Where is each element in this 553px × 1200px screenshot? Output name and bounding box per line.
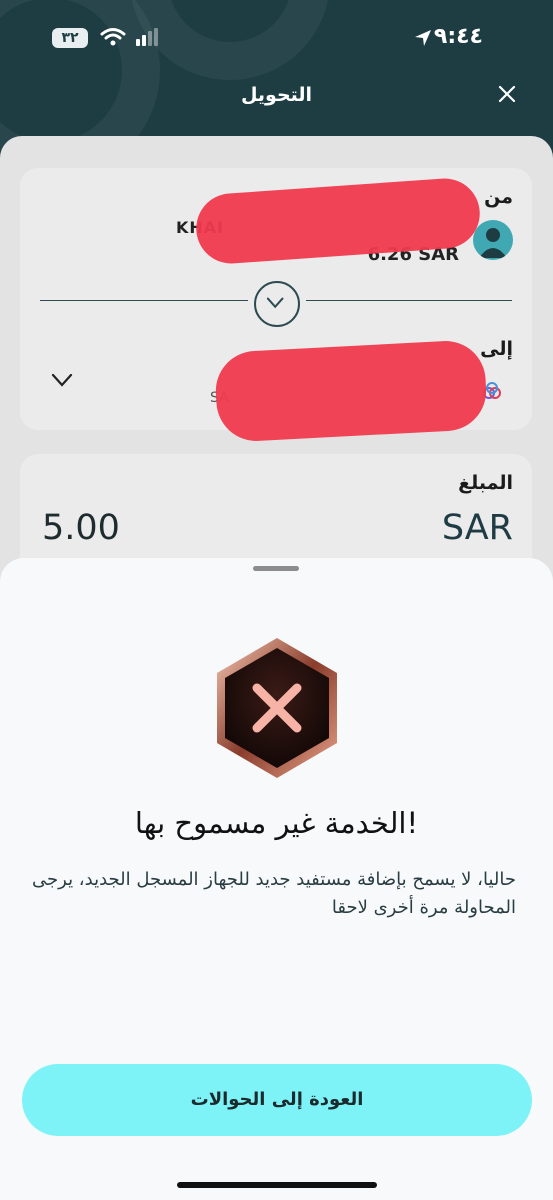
clock: ٩:٤٤ bbox=[433, 24, 483, 49]
signal-icon bbox=[136, 28, 160, 46]
avatar-icon bbox=[473, 220, 513, 260]
divider-line bbox=[40, 300, 248, 301]
redaction-mark bbox=[213, 338, 489, 444]
toggle-accounts-button[interactable] bbox=[254, 281, 300, 327]
battery-indicator: ٣٢ bbox=[52, 28, 88, 48]
page-title: التحويل bbox=[240, 84, 313, 106]
close-icon[interactable] bbox=[495, 82, 519, 106]
divider-line bbox=[306, 300, 512, 301]
modal-title: الخدمة غير مسموح بها! bbox=[134, 806, 419, 840]
amount-input[interactable]: 5.00 bbox=[42, 508, 120, 548]
to-label: إلى bbox=[480, 338, 513, 360]
back-to-transfers-button[interactable]: العودة إلى الحوالات bbox=[22, 1064, 532, 1136]
currency-label: SAR bbox=[441, 508, 513, 548]
chevron-down-icon[interactable] bbox=[50, 370, 74, 390]
error-badge-icon bbox=[217, 638, 337, 778]
home-indicator[interactable] bbox=[177, 1182, 377, 1188]
sheet-grabber[interactable] bbox=[253, 566, 299, 571]
amount-label: المبلغ bbox=[458, 472, 513, 494]
wifi-icon bbox=[100, 28, 126, 46]
from-label: من bbox=[484, 186, 513, 208]
modal-message: حاليا، لا يسمح بإضافة مستفيد جديد للجهاز… bbox=[32, 869, 516, 918]
chevron-down-icon bbox=[266, 297, 284, 309]
status-bar: ٣٢ ٩:٤٤ bbox=[0, 24, 553, 54]
location-icon bbox=[415, 30, 431, 46]
